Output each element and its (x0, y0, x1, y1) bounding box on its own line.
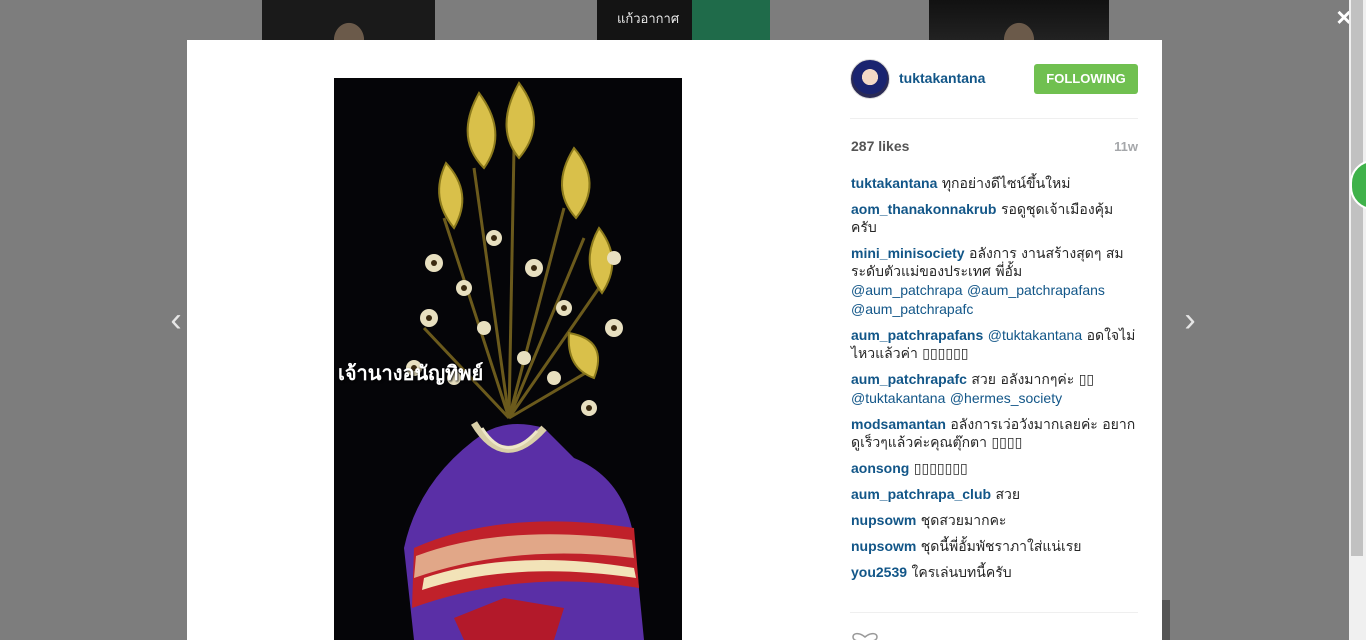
comment: aonsong ▯▯▯▯▯▯▯ (851, 459, 1136, 478)
comment-text: ใครเล่นบทนี้ครับ (911, 565, 1012, 581)
comment: mini_minisociety อลังการ งานสร้างสุดๆ สม… (851, 244, 1136, 319)
page-scrollbar[interactable] (1349, 0, 1366, 640)
comment-text: สวย (995, 487, 1021, 503)
comment-text: ▯▯▯▯▯▯▯ (913, 461, 968, 477)
comment-list: tuktakantana ทุกอย่างดีไซน์ขึ้นใหม่ aom_… (851, 174, 1136, 589)
comment-text: ชุดสวยมากคะ (920, 513, 1007, 529)
background-thumbnail[interactable]: แก้วอากาศ (597, 0, 770, 40)
likes-count[interactable]: 287 likes (851, 138, 909, 154)
background-thumbnail[interactable] (929, 0, 1109, 40)
comment-text: ทุกอย่างดีไซน์ขึ้นใหม่ (941, 176, 1071, 192)
thumbnail-figure (318, 6, 379, 40)
comment-username[interactable]: aom_thanakonnakrub (851, 201, 996, 217)
post-sidebar: tuktakantana FOLLOWING 287 likes 11w tuk… (850, 40, 1138, 640)
comment-text: สวย อลังมากๆค่ะ ▯▯ (971, 372, 1095, 388)
heart-icon[interactable] (851, 632, 879, 640)
comment-username[interactable]: you2539 (851, 564, 907, 580)
comment-mention[interactable]: @aum_patchrapafc (851, 301, 973, 317)
comment-text: ชุดนี้พี่อั้มพัชราภาใส่แน่เรย (920, 539, 1082, 555)
comment-username[interactable]: aum_patchrapafc (851, 371, 967, 387)
previous-arrow-icon[interactable]: ‹ (164, 300, 188, 340)
comment: aum_patchrapafc สวย อลังมากๆค่ะ ▯▯ @tukt… (851, 370, 1136, 408)
next-arrow-icon[interactable]: › (1178, 300, 1202, 340)
comment-username[interactable]: aonsong (851, 460, 909, 476)
comment: tuktakantana ทุกอย่างดีไซน์ขึ้นใหม่ (851, 174, 1136, 193)
comment-mention[interactable]: @aum_patchrapa (851, 282, 963, 298)
comment: aum_patchrapa_club สวย (851, 485, 1136, 504)
comment: aom_thanakonnakrub รอดูชุดเจ้าเมืองคุ้มค… (851, 200, 1136, 237)
scrollbar-thumb[interactable] (1351, 0, 1363, 556)
comment-mention[interactable]: @hermes_society (950, 390, 1062, 406)
comment: you2539 ใครเล่นบทนี้ครับ (851, 563, 1136, 582)
comment-username[interactable]: mini_minisociety (851, 245, 965, 261)
thumbnail-figure (989, 6, 1049, 40)
comment-username[interactable]: nupsowm (851, 512, 916, 528)
background-thumbnail[interactable] (262, 0, 435, 40)
comment-mention[interactable]: @aum_patchrapafans (967, 282, 1105, 298)
thumbnail-caption: แก้วอากาศ (617, 12, 680, 27)
comment: nupsowm ชุดสวยมากคะ (851, 511, 1136, 530)
comment-mention[interactable]: @tuktakantana (988, 327, 1082, 343)
comment: modsamantan อลังการเว่อวังมากเลยค่ะ อยาก… (851, 415, 1136, 452)
actions-divider (850, 612, 1138, 613)
comment-mention[interactable]: @tuktakantana (851, 390, 945, 406)
comment: aum_patchrapafans @tuktakantana อดใจไม่ไ… (851, 326, 1136, 363)
post-photo[interactable]: เจ้านางอนัญทิพย์ (334, 78, 682, 640)
post-age[interactable]: 11w (1114, 139, 1138, 154)
photo-caption: เจ้านางอนัญทิพย์ (338, 361, 484, 385)
comment-username[interactable]: modsamantan (851, 416, 946, 432)
post-username[interactable]: tuktakantana (899, 70, 985, 86)
avatar[interactable] (850, 59, 890, 99)
comment-username[interactable]: tuktakantana (851, 175, 937, 191)
comment-username[interactable]: aum_patchrapafans (851, 327, 983, 343)
comment-username[interactable]: aum_patchrapa_club (851, 486, 991, 502)
header-divider (850, 118, 1138, 119)
background-thumbnail-edge (1162, 600, 1170, 640)
following-button[interactable]: FOLLOWING (1034, 64, 1138, 94)
post-modal: เจ้านางอนัญทิพย์ tuktakantana FOLLOWING … (187, 40, 1162, 640)
comment-username[interactable]: nupsowm (851, 538, 916, 554)
comment: nupsowm ชุดนี้พี่อั้มพัชราภาใส่แน่เรย (851, 537, 1136, 556)
